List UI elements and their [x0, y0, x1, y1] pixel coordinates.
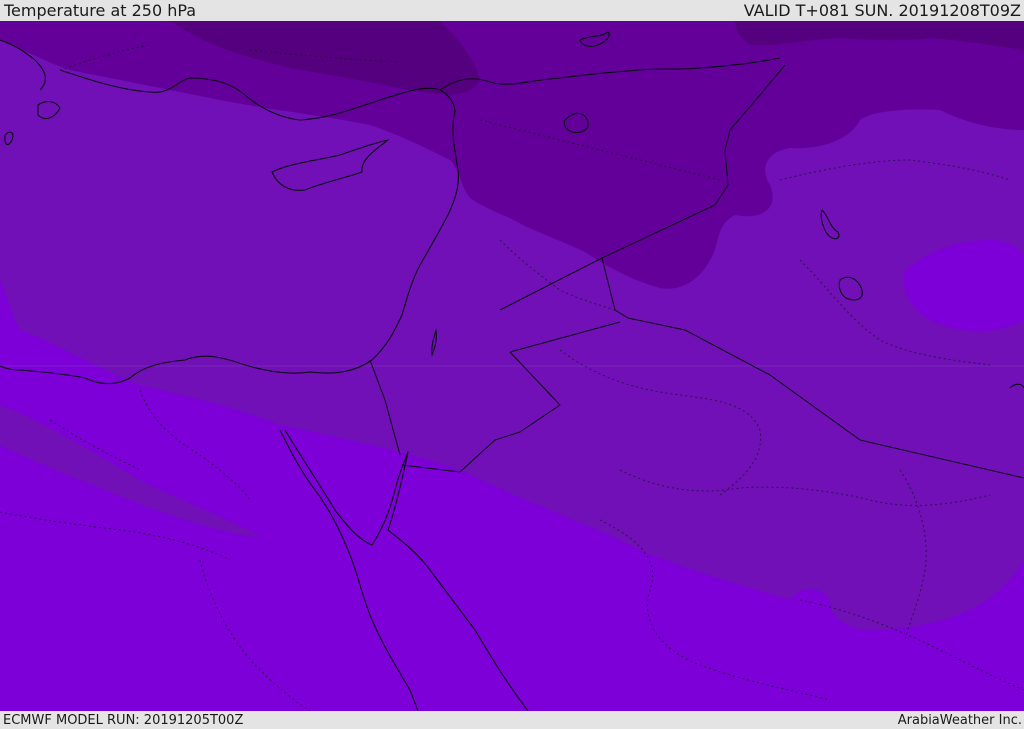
map-title: Temperature at 250 hPa [4, 1, 197, 20]
footer-bar: ECMWF MODEL RUN: 20191205T00Z ArabiaWeat… [0, 711, 1024, 729]
credit: ArabiaWeather Inc. [897, 712, 1022, 728]
map-viewer: Temperature at 250 hPa VALID T+081 SUN. … [0, 0, 1024, 729]
header-bar: Temperature at 250 hPa VALID T+081 SUN. … [0, 0, 1024, 21]
model-run: ECMWF MODEL RUN: 20191205T00Z [3, 712, 244, 728]
valid-time: VALID T+081 SUN. 20191208T09Z [743, 1, 1021, 20]
temperature-map [0, 21, 1024, 711]
